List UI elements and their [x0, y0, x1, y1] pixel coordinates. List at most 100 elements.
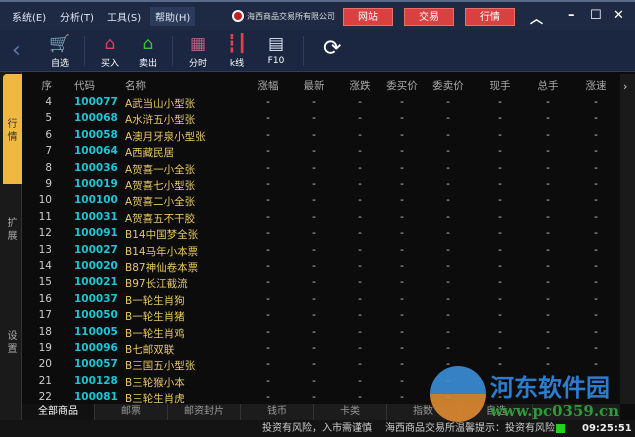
table-row[interactable]: 21 100128 B三轮猴小本 - - - - - - - - [22, 375, 620, 391]
category-tab[interactable]: 卡类 [314, 404, 387, 420]
status-notice: 海西商品交易所温馨提示：投资有风险， [385, 423, 565, 434]
collapse-icon[interactable]: ︿ [530, 8, 543, 27]
back-icon[interactable]: ‹ [12, 38, 21, 63]
row-value: - [498, 292, 502, 305]
row-value: - [400, 391, 404, 404]
table-row[interactable]: 12 100091 B14中国梦全张 - - - - - - - - [22, 227, 620, 243]
table-row[interactable]: 18 110005 B一轮生肖鸡 - - - - - - - - [22, 326, 620, 342]
row-code: 100019 [74, 178, 118, 190]
category-tab[interactable]: 邮票 [95, 404, 168, 420]
table-row[interactable]: 17 100050 B一轮生肖猪 - - - - - - - - [22, 309, 620, 325]
row-value: - [312, 128, 316, 141]
row-value: - [266, 325, 270, 338]
cart-icon: 🛒 [49, 34, 71, 54]
row-value: - [546, 194, 550, 207]
row-value: - [358, 325, 362, 338]
row-value: - [498, 112, 502, 125]
row-code: 100081 [74, 391, 118, 404]
menu-system[interactable]: 系统(E) [12, 9, 46, 24]
row-name: B三国五小型张 [125, 360, 196, 373]
row-value: - [266, 96, 270, 108]
scroll-right-icon[interactable]: › [623, 80, 627, 93]
row-value: - [498, 309, 502, 322]
row-index: 22 [38, 391, 52, 404]
table-row[interactable]: 13 100027 B14马年小本票 - - - - - - - - [22, 244, 620, 260]
table-row[interactable]: 20 100057 B三国五小型张 - - - - - - - - [22, 358, 620, 374]
category-tab[interactable]: 钱币 [241, 404, 314, 420]
close-icon[interactable]: ✕ [613, 8, 624, 23]
row-code: 110005 [74, 325, 118, 338]
website-button[interactable]: 网站 [343, 8, 393, 26]
kline-button[interactable]: ┇┃ k线 [219, 34, 255, 69]
quotes-button[interactable]: 行情 [465, 8, 515, 26]
row-value: - [312, 161, 316, 174]
row-code: 100091 [74, 227, 118, 240]
connection-icon [556, 424, 565, 433]
row-value: - [312, 391, 316, 404]
row-value: - [498, 210, 502, 223]
row-name: B14中国梦全张 [125, 229, 199, 242]
header-9: 总手 [537, 80, 559, 92]
row-value: - [312, 342, 316, 354]
row-name: A澳月牙泉小型张 [125, 130, 206, 143]
category-tab[interactable]: 邮资封片 [168, 404, 241, 420]
row-value: - [400, 227, 404, 240]
table-row[interactable]: 14 100020 B87神仙卷本票 - - - - - - - - [22, 260, 620, 276]
watchlist-button[interactable]: 🛒 自选 [42, 34, 78, 69]
buy-button[interactable]: ⌂ 买入 [92, 34, 128, 69]
category-tab[interactable]: 全部商品 [22, 404, 95, 420]
row-value: - [594, 210, 598, 223]
table-header: 序 代码 名称 涨幅 最新 涨跌 委买价 委卖价 现手 总手 涨速 [22, 78, 620, 94]
row-value: - [546, 374, 550, 387]
trade-button[interactable]: 交易 [404, 8, 454, 26]
table-row[interactable]: 8 100036 A贺喜一小全张 - - - - - - - - [22, 162, 620, 178]
row-code: 100036 [74, 161, 118, 174]
side-tab-extend[interactable]: 扩展 [3, 217, 22, 243]
table-row[interactable]: 19 100096 B七邮双联 - - - - - - - - [22, 342, 620, 358]
refresh-icon[interactable]: ⟳ [323, 36, 341, 61]
row-code: 100057 [74, 358, 118, 371]
row-value: - [498, 227, 502, 240]
row-value: - [594, 276, 598, 289]
menu-analysis[interactable]: 分析(T) [60, 9, 94, 24]
menu-tools[interactable]: 工具(S) [107, 9, 141, 24]
f10-button[interactable]: ▤ F10 [258, 34, 294, 66]
category-tab[interactable]: 指数 [387, 404, 460, 420]
row-value: - [266, 391, 270, 404]
row-value: - [266, 243, 270, 256]
row-value: - [266, 210, 270, 223]
timeshare-button[interactable]: ▦ 分时 [180, 34, 216, 69]
table-row[interactable]: 10 100100 A贺喜二小全张 - - - - - - - - [22, 194, 620, 210]
table-row[interactable]: 4 100077 A武当山小型张 - - - - - - - - [22, 96, 620, 112]
row-value: - [400, 309, 404, 322]
row-value: - [358, 292, 362, 305]
menu-help[interactable]: 帮助(H) [150, 7, 196, 26]
row-code: 100021 [74, 276, 118, 289]
table-row[interactable]: 6 100058 A澳月牙泉小型张 - - - - - - - - [22, 129, 620, 145]
logo-text: 海西商品交易所有限公司 [247, 11, 335, 21]
category-tab[interactable]: 自选 [460, 404, 533, 420]
header-code: 代码 [74, 80, 95, 92]
side-tab-quotes[interactable]: 行情 [3, 74, 22, 184]
row-value: - [400, 325, 404, 338]
sell-button[interactable]: ⌂ 卖出 [130, 34, 166, 69]
table-row[interactable]: 7 100064 A西藏民居 - - - - - - - - [22, 145, 620, 161]
row-value: - [594, 227, 598, 240]
table-row[interactable]: 15 100021 B97长江截流 - - - - - - - - [22, 276, 620, 292]
row-value: - [266, 128, 270, 141]
side-tab-settings[interactable]: 设置 [3, 330, 22, 356]
row-code: 100096 [74, 342, 118, 354]
row-value: - [498, 178, 502, 190]
row-value: - [266, 292, 270, 305]
table-row[interactable]: 5 100068 A水浒五小型张 - - - - - - - - [22, 112, 620, 128]
row-value: - [546, 243, 550, 256]
header-5: 涨跌 [349, 80, 371, 92]
minimize-icon[interactable]: – [568, 8, 575, 23]
row-value: - [594, 358, 598, 371]
table-row[interactable]: 9 100019 A贺喜七小型张 - - - - - - - - [22, 178, 620, 194]
maximize-icon[interactable]: ☐ [590, 8, 602, 23]
table-row[interactable]: 11 100031 A贺喜五不干胶 - - - - - - - - [22, 211, 620, 227]
row-value: - [498, 243, 502, 256]
table-row[interactable]: 16 100037 B一轮生肖狗 - - - - - - - - [22, 293, 620, 309]
scrollbar[interactable]: › [620, 74, 635, 404]
